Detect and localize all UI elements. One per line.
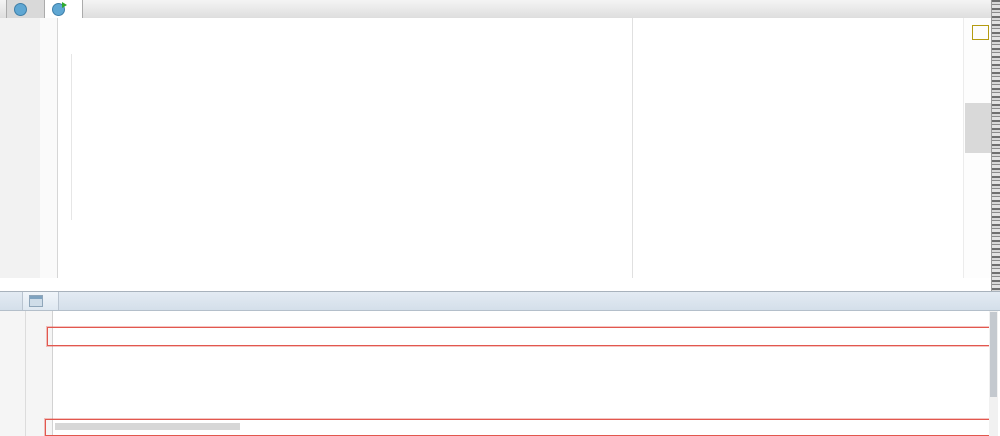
inspection-status-indicator[interactable]: [972, 25, 989, 40]
editor-tab-bar: [0, 0, 1000, 19]
console-tab-icon: [29, 295, 43, 307]
breadcrumb: [0, 278, 991, 291]
console-hscrollbar-thumb[interactable]: [55, 423, 240, 430]
annotation-box-array-output: [47, 327, 990, 346]
tab-subscribereq-java[interactable]: [6, 0, 45, 18]
console-vscrollbar-thumb[interactable]: [990, 312, 997, 397]
ide-window: [0, 0, 1000, 436]
minimap-strip: [991, 0, 1000, 291]
editor-gutter: [0, 18, 40, 278]
right-margin-guide: [632, 18, 633, 278]
fold-column: [40, 18, 58, 278]
code-editor[interactable]: [0, 18, 1000, 278]
run-tool-window-header: [0, 291, 1000, 311]
console-vscrollbar[interactable]: [989, 311, 998, 436]
run-config-tab[interactable]: [22, 292, 59, 310]
indent-guide: [71, 54, 72, 220]
class-icon: [14, 2, 27, 16]
run-console[interactable]: [0, 311, 1000, 436]
run-toolbar-primary: [0, 311, 26, 436]
runnable-class-icon: [52, 1, 67, 16]
tab-javaseri-java[interactable]: [45, 0, 83, 18]
editor-scrollbar-thumb[interactable]: [965, 103, 991, 153]
error-stripe[interactable]: [963, 18, 992, 278]
